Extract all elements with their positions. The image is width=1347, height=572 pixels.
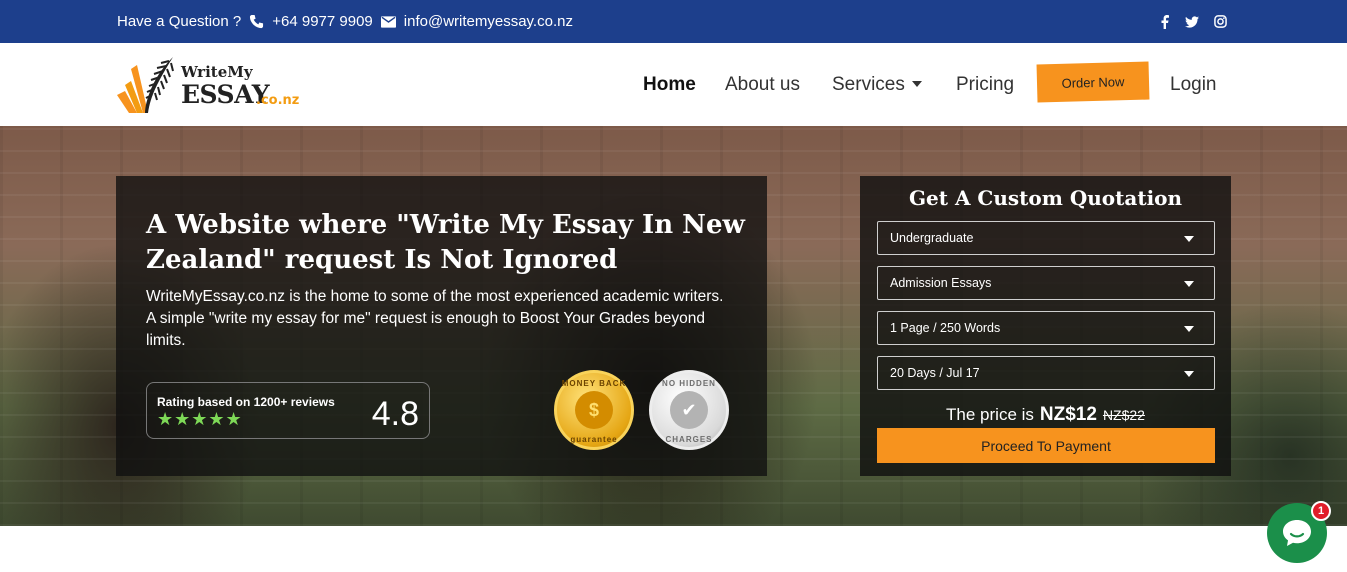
- nav-about[interactable]: About us: [725, 74, 800, 96]
- no-hidden-charges-badge: NO HIDDEN ✔ CHARGES: [649, 370, 729, 450]
- instagram-icon[interactable]: [1213, 15, 1227, 29]
- dropdown-arrow-icon: [1184, 236, 1194, 242]
- current-price: NZ$12: [1039, 404, 1097, 425]
- chevron-down-icon: [911, 81, 922, 88]
- dropdown-arrow-icon: [1184, 281, 1194, 287]
- twitter-icon[interactable]: [1185, 15, 1199, 29]
- rating-label: Rating based on 1200+ reviews: [157, 395, 335, 409]
- phone-icon: [249, 14, 264, 29]
- dropdown-arrow-icon: [1184, 326, 1194, 332]
- logo-line1: WriteMy: [181, 63, 253, 81]
- price-label: The price is: [946, 405, 1034, 424]
- pages-value: 1 Page / 250 Words: [890, 321, 1001, 335]
- paper-type-select[interactable]: Admission Essays: [877, 266, 1215, 300]
- quotation-form: Get A Custom Quotation Undergraduate Adm…: [860, 176, 1231, 476]
- nav-login[interactable]: Login: [1170, 74, 1217, 96]
- check-icon: ✔: [670, 391, 708, 429]
- badge-gold-top-text: MONEY BACK: [561, 379, 627, 388]
- main-navbar: WriteMy ESSAY .co.nz Home About us Servi…: [0, 43, 1347, 126]
- chat-bubble-icon: [1283, 520, 1311, 546]
- phone-link[interactable]: +64 9977 9909: [272, 13, 373, 30]
- social-links: [1157, 0, 1227, 43]
- proceed-to-payment-button[interactable]: Proceed To Payment: [877, 428, 1215, 463]
- hero-title: A Website where "Write My Essay In New Z…: [146, 210, 745, 275]
- academic-level-select[interactable]: Undergraduate: [877, 221, 1215, 255]
- money-back-guarantee-badge: MONEY BACK $ guarantee: [554, 370, 634, 450]
- price-display: The price is NZ$12 NZ$22: [860, 404, 1231, 426]
- hero-section: A Website where "Write My Essay In New Z…: [0, 126, 1347, 526]
- nav-home[interactable]: Home: [643, 74, 696, 96]
- email-link[interactable]: info@writemyessay.co.nz: [404, 13, 573, 30]
- academic-level-value: Undergraduate: [890, 231, 974, 245]
- logo-mark-icon: [117, 57, 174, 113]
- rating-score: 4.8: [371, 395, 419, 433]
- dollar-icon: $: [575, 391, 613, 429]
- pages-select[interactable]: 1 Page / 250 Words: [877, 311, 1215, 345]
- contact-info: Have a Question ? +64 9977 9909 info@wri…: [117, 0, 581, 43]
- nav-pricing[interactable]: Pricing: [956, 74, 1014, 96]
- dropdown-arrow-icon: [1184, 371, 1194, 377]
- facebook-icon[interactable]: [1157, 14, 1171, 29]
- site-logo[interactable]: WriteMy ESSAY .co.nz: [115, 55, 315, 117]
- order-now-button[interactable]: Order Now: [1036, 61, 1150, 103]
- deadline-select[interactable]: 20 Days / Jul 17: [877, 356, 1215, 390]
- nav-services[interactable]: Services: [832, 74, 922, 96]
- email-icon: [380, 15, 396, 28]
- quotation-title: Get A Custom Quotation: [908, 186, 1183, 210]
- old-price: NZ$22: [1102, 407, 1145, 423]
- chat-widget-button[interactable]: 1: [1267, 501, 1331, 563]
- badge-silver-bottom-text: CHARGES: [665, 435, 713, 444]
- logo-suffix: .co.nz: [256, 93, 300, 108]
- badge-silver-top-text: NO HIDDEN: [662, 379, 716, 388]
- hero-panel: A Website where "Write My Essay In New Z…: [116, 176, 767, 476]
- rating-box: Rating based on 1200+ reviews ★★★★★ 4.8: [146, 382, 430, 439]
- paper-type-value: Admission Essays: [890, 276, 992, 290]
- hero-description: WriteMyEssay.co.nz is the home to some o…: [146, 288, 724, 349]
- top-bar: Have a Question ? +64 9977 9909 info@wri…: [0, 0, 1347, 43]
- deadline-value: 20 Days / Jul 17: [890, 366, 980, 380]
- rating-stars: ★★★★★: [157, 409, 243, 429]
- notification-badge: 1: [1311, 501, 1331, 521]
- badge-gold-bottom-text: guarantee: [570, 435, 618, 444]
- question-text: Have a Question ?: [117, 13, 242, 30]
- nav-services-label: Services: [832, 73, 905, 95]
